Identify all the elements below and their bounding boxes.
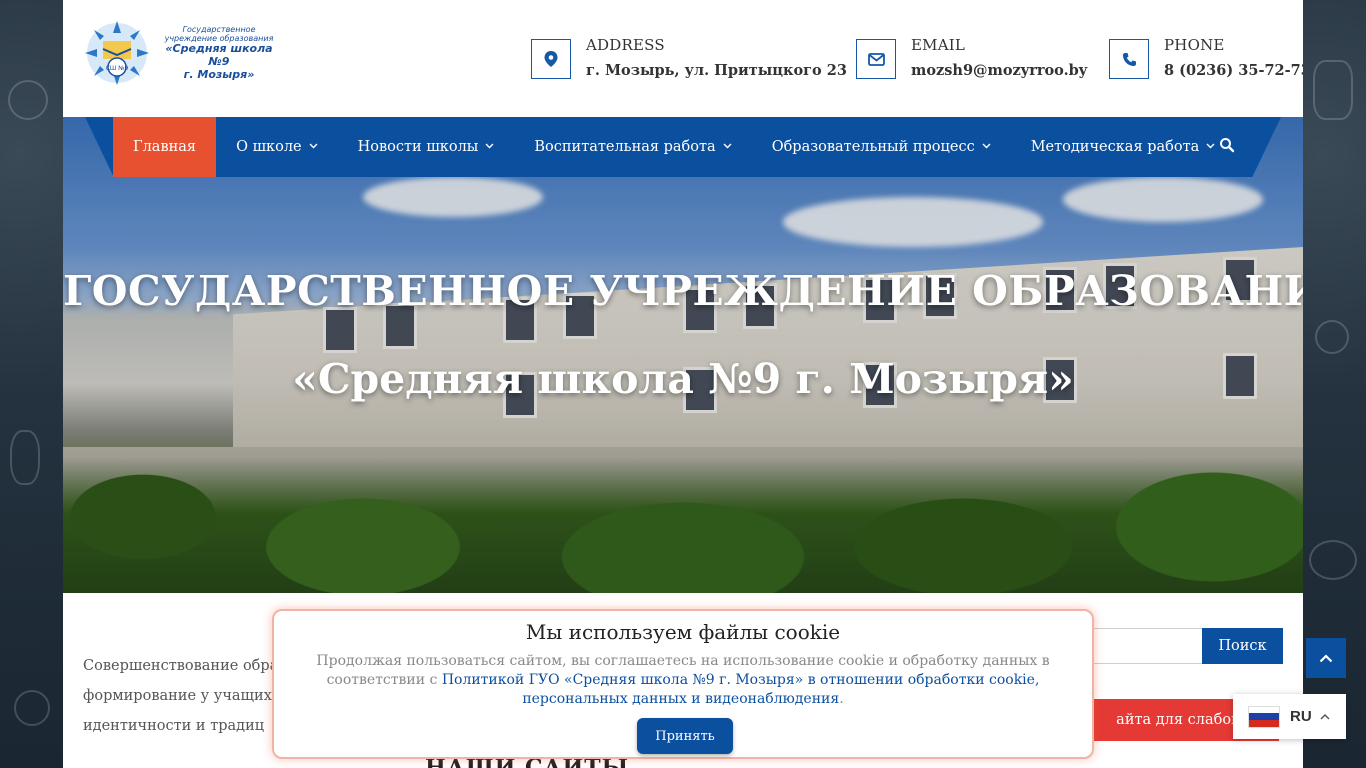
site-logo[interactable]: СШ №9 Государственное учреждение образов… — [83, 18, 283, 88]
logo-text: Государственное учреждение образования «… — [155, 25, 283, 81]
nav-item-label: Главная — [133, 139, 197, 155]
contact-phone: PHONE 8 (0236) 35-72-73 — [1109, 36, 1303, 79]
privacy-policy-link[interactable]: Политикой ГУО «Средняя школа №9 г. Мозыр… — [442, 672, 1040, 707]
nav-item-home[interactable]: Главная — [113, 117, 217, 177]
back-to-top-button[interactable] — [1306, 638, 1346, 678]
russia-flag-icon — [1248, 705, 1280, 728]
cookie-title: Мы используем файлы cookie — [525, 620, 841, 644]
contact-email: EMAIL mozsh9@mozyrroo.by — [856, 36, 1087, 79]
hero-banner: ГОСУДАРСТВЕННОЕ УЧРЕЖДЕНИЕ ОБРАЗОВАНИЯ «… — [63, 117, 1303, 593]
contact-value[interactable]: 8 (0236) 35-72-73 — [1164, 62, 1303, 79]
site-header: СШ №9 Государственное учреждение образов… — [63, 0, 1303, 117]
search-icon[interactable] — [1219, 137, 1239, 157]
logo-line-3: «Средняя школа №9 — [165, 42, 273, 68]
logo-line-1: Государственное — [182, 24, 256, 34]
hero-subtitle: «Средняя школа №9 г. Мозыря» — [292, 355, 1074, 403]
search-button[interactable]: Поиск — [1202, 628, 1283, 664]
main-navigation: Главная О школе Новости школы Воспитател… — [63, 117, 1303, 177]
nav-item-label: Новости школы — [357, 139, 479, 155]
chevron-down-icon — [485, 142, 494, 152]
nav-item-upbringing[interactable]: Воспитательная работа — [514, 117, 751, 177]
chevron-down-icon — [982, 142, 991, 152]
search-input[interactable] — [1093, 628, 1203, 664]
nav-item-label: Воспитательная работа — [534, 139, 716, 155]
cookie-consent-dialog: Мы используем файлы cookie Продолжая пол… — [272, 609, 1094, 759]
phone-icon — [1109, 39, 1149, 79]
chevron-up-icon — [1319, 653, 1333, 662]
chevron-up-icon — [1320, 713, 1330, 720]
nav-item-about[interactable]: О школе — [216, 117, 338, 177]
envelope-icon — [856, 39, 896, 79]
accept-cookies-button[interactable]: Принять — [637, 718, 733, 754]
nav-item-methodical[interactable]: Методическая работа — [1011, 117, 1236, 177]
cookie-text: Продолжая пользоваться сайтом, вы соглаш… — [288, 652, 1078, 709]
map-marker-icon — [531, 39, 571, 79]
nav-item-label: Методическая работа — [1030, 139, 1200, 155]
nav-item-label: О школе — [236, 139, 302, 155]
language-code: RU — [1290, 708, 1312, 725]
school-emblem: СШ №9 — [83, 19, 151, 87]
contact-label: EMAIL — [911, 36, 966, 54]
language-switcher[interactable]: RU — [1233, 694, 1346, 739]
chevron-down-icon — [309, 142, 318, 152]
svg-text:СШ №9: СШ №9 — [106, 65, 129, 72]
contact-address: ADDRESS г. Мозырь, ул. Притыцкого 23 — [531, 36, 847, 79]
logo-line-4: г. Мозыря» — [183, 67, 255, 81]
nav-item-education[interactable]: Образовательный процесс — [752, 117, 1011, 177]
cookie-text-after: . — [839, 691, 844, 707]
nav-item-news[interactable]: Новости школы — [338, 117, 515, 177]
chevron-down-icon — [723, 142, 732, 152]
contact-label: PHONE — [1164, 36, 1225, 54]
chevron-down-icon — [1206, 142, 1215, 152]
contact-label: ADDRESS — [586, 36, 665, 54]
nav-item-label: Образовательный процесс — [771, 139, 975, 155]
contact-value[interactable]: mozsh9@mozyrroo.by — [911, 62, 1087, 79]
contact-value: г. Мозырь, ул. Притыцкого 23 — [586, 62, 847, 79]
background-left — [0, 0, 63, 768]
hero-title: ГОСУДАРСТВЕННОЕ УЧРЕЖДЕНИЕ ОБРАЗОВАНИЯ — [63, 267, 1303, 315]
